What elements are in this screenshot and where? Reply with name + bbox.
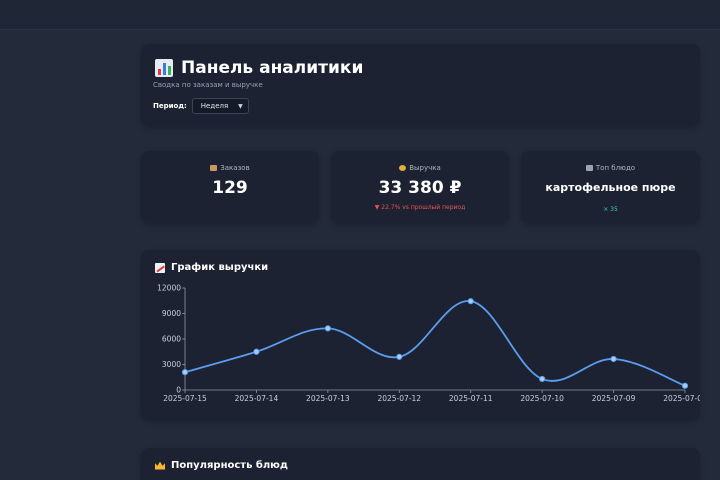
dish-popularity-title: Популярность блюд	[155, 460, 288, 471]
x-tick-label: 2025-07-14	[235, 394, 279, 403]
top-bar	[0, 0, 720, 30]
y-tick-label: 6000	[162, 335, 181, 344]
data-point	[467, 298, 474, 305]
period-filter: Период: Неделя ▼	[153, 98, 249, 114]
revenue-kpi-label: Выручка	[331, 164, 509, 172]
plate-icon	[585, 165, 593, 171]
revenue-kpi-card: Выручка 33 380 ₽ ▼ 22.7% vs прошлый пери…	[331, 151, 509, 223]
money-bag-icon	[399, 165, 407, 171]
orders-kpi-value: 129	[212, 178, 248, 198]
dish-popularity-card: Популярность блюд	[141, 448, 700, 480]
y-tick-label: 3000	[162, 360, 181, 369]
data-point	[181, 369, 189, 376]
revenue-line-chart: 0300060009000120002025-07-15 2025-07-14 20…	[157, 284, 700, 404]
top-dish-kpi-card: Топ блюдо картофельное пюре × 35	[521, 151, 700, 223]
revenue-change: ▼ 22.7% vs прошлый период	[374, 204, 466, 211]
chevron-down-icon: ▼	[238, 102, 243, 110]
data-point	[539, 375, 546, 383]
revenue-chart-card: График выручки 0 3000 6000 9000 12000 2025-07…	[141, 250, 700, 420]
page-title: Панель аналитики	[155, 58, 363, 78]
period-select[interactable]: Неделя ▼	[191, 98, 249, 114]
revenue-series-line	[184, 300, 686, 387]
x-tick-label: 2025-07-12	[377, 394, 421, 403]
top-dish-kpi-value: картофельное пюре	[545, 181, 676, 194]
x-tick-label: 2025-07-09	[592, 394, 636, 403]
revenue-kpi-value: 33 380 ₽	[378, 178, 462, 198]
page-subtitle: Сводка по заказам и выручке	[153, 81, 263, 89]
x-tick-label: 2025-07-10	[520, 394, 564, 403]
page-title-text: Панель аналитики	[181, 58, 364, 78]
x-tick-label: 2025-07-11	[449, 394, 493, 403]
x-tick-label: 2025-07-08	[663, 394, 700, 403]
data-point	[396, 353, 403, 360]
bar-chart-icon	[155, 59, 173, 77]
package-icon	[210, 165, 218, 171]
revenue-kpi-label-text: Выручка	[409, 164, 441, 172]
y-tick-label: 12000	[157, 284, 181, 293]
top-dish-count: × 35	[603, 206, 618, 213]
period-label: Период:	[153, 102, 187, 110]
dish-popularity-title-text: Популярность блюд	[171, 460, 288, 471]
x-tick-label: 2025-07-15	[163, 394, 207, 403]
data-point	[253, 348, 260, 355]
data-point	[324, 325, 331, 332]
orders-kpi-label: Заказов	[141, 164, 319, 172]
y-tick-label: 9000	[162, 309, 181, 318]
orders-kpi-label-text: Заказов	[220, 164, 250, 172]
crown-icon	[155, 461, 165, 470]
x-tick-label: 2025-07-13	[306, 394, 350, 403]
orders-kpi-card: Заказов 129	[141, 151, 319, 223]
period-select-value: Неделя	[200, 102, 229, 110]
dashboard-header-card: Панель аналитики Сводка по заказам и выр…	[141, 44, 700, 126]
top-dish-kpi-label-text: Топ блюдо	[595, 164, 636, 172]
data-point	[681, 382, 689, 389]
top-dish-kpi-label: Топ блюдо	[521, 164, 700, 172]
data-point	[610, 355, 617, 363]
